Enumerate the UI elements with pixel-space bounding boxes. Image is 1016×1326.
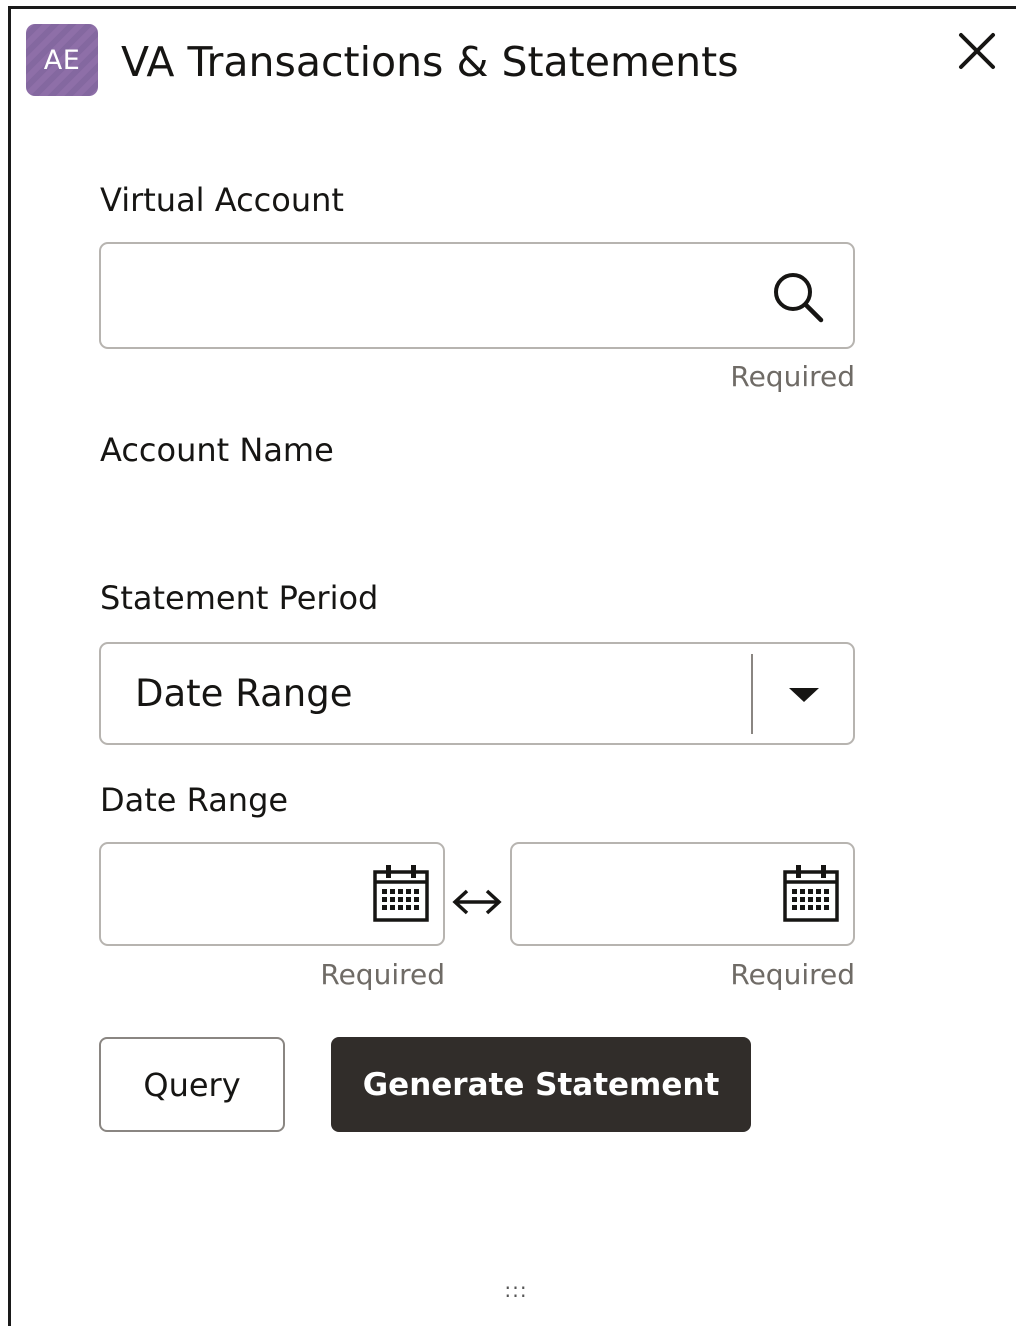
close-button[interactable] (952, 26, 1002, 76)
date-range-from-input[interactable] (115, 844, 359, 946)
virtual-account-field[interactable] (99, 242, 855, 349)
select-divider (751, 654, 753, 734)
date-range-from-required-hint: Required (320, 958, 445, 991)
date-range-label: Date Range (100, 781, 289, 819)
caret-down-icon (789, 688, 819, 702)
date-range-to-input[interactable] (526, 844, 770, 946)
close-icon (959, 33, 995, 69)
date-range-to-calendar-button[interactable] (779, 862, 843, 926)
search-button[interactable] (769, 268, 827, 326)
statement-period-selected-value: Date Range (135, 672, 353, 715)
drawer-title: VA Transactions & Statements (121, 38, 739, 86)
virtual-account-input[interactable] (115, 244, 759, 349)
date-range-from-calendar-button[interactable] (369, 862, 433, 926)
statement-period-label: Statement Period (100, 579, 379, 617)
query-button[interactable]: Query (99, 1037, 285, 1132)
date-range-to-field[interactable] (510, 842, 855, 946)
drag-handle-icon[interactable]: ::: (496, 1278, 536, 1302)
generate-statement-button[interactable]: Generate Statement (331, 1037, 751, 1132)
date-range-to-required-hint: Required (730, 958, 855, 991)
statement-period-select[interactable]: Date Range (99, 642, 855, 745)
date-range-from-field[interactable] (99, 842, 445, 946)
virtual-account-label: Virtual Account (100, 181, 344, 219)
search-icon (774, 273, 824, 323)
statement-period-dropdown-toggle[interactable] (781, 676, 827, 712)
calendar-icon (783, 865, 839, 922)
left-right-arrow-icon (449, 880, 505, 924)
account-name-label: Account Name (100, 431, 334, 469)
calendar-icon (373, 865, 429, 922)
app-avatar: AE (26, 24, 98, 96)
virtual-account-required-hint: Required (730, 360, 855, 393)
